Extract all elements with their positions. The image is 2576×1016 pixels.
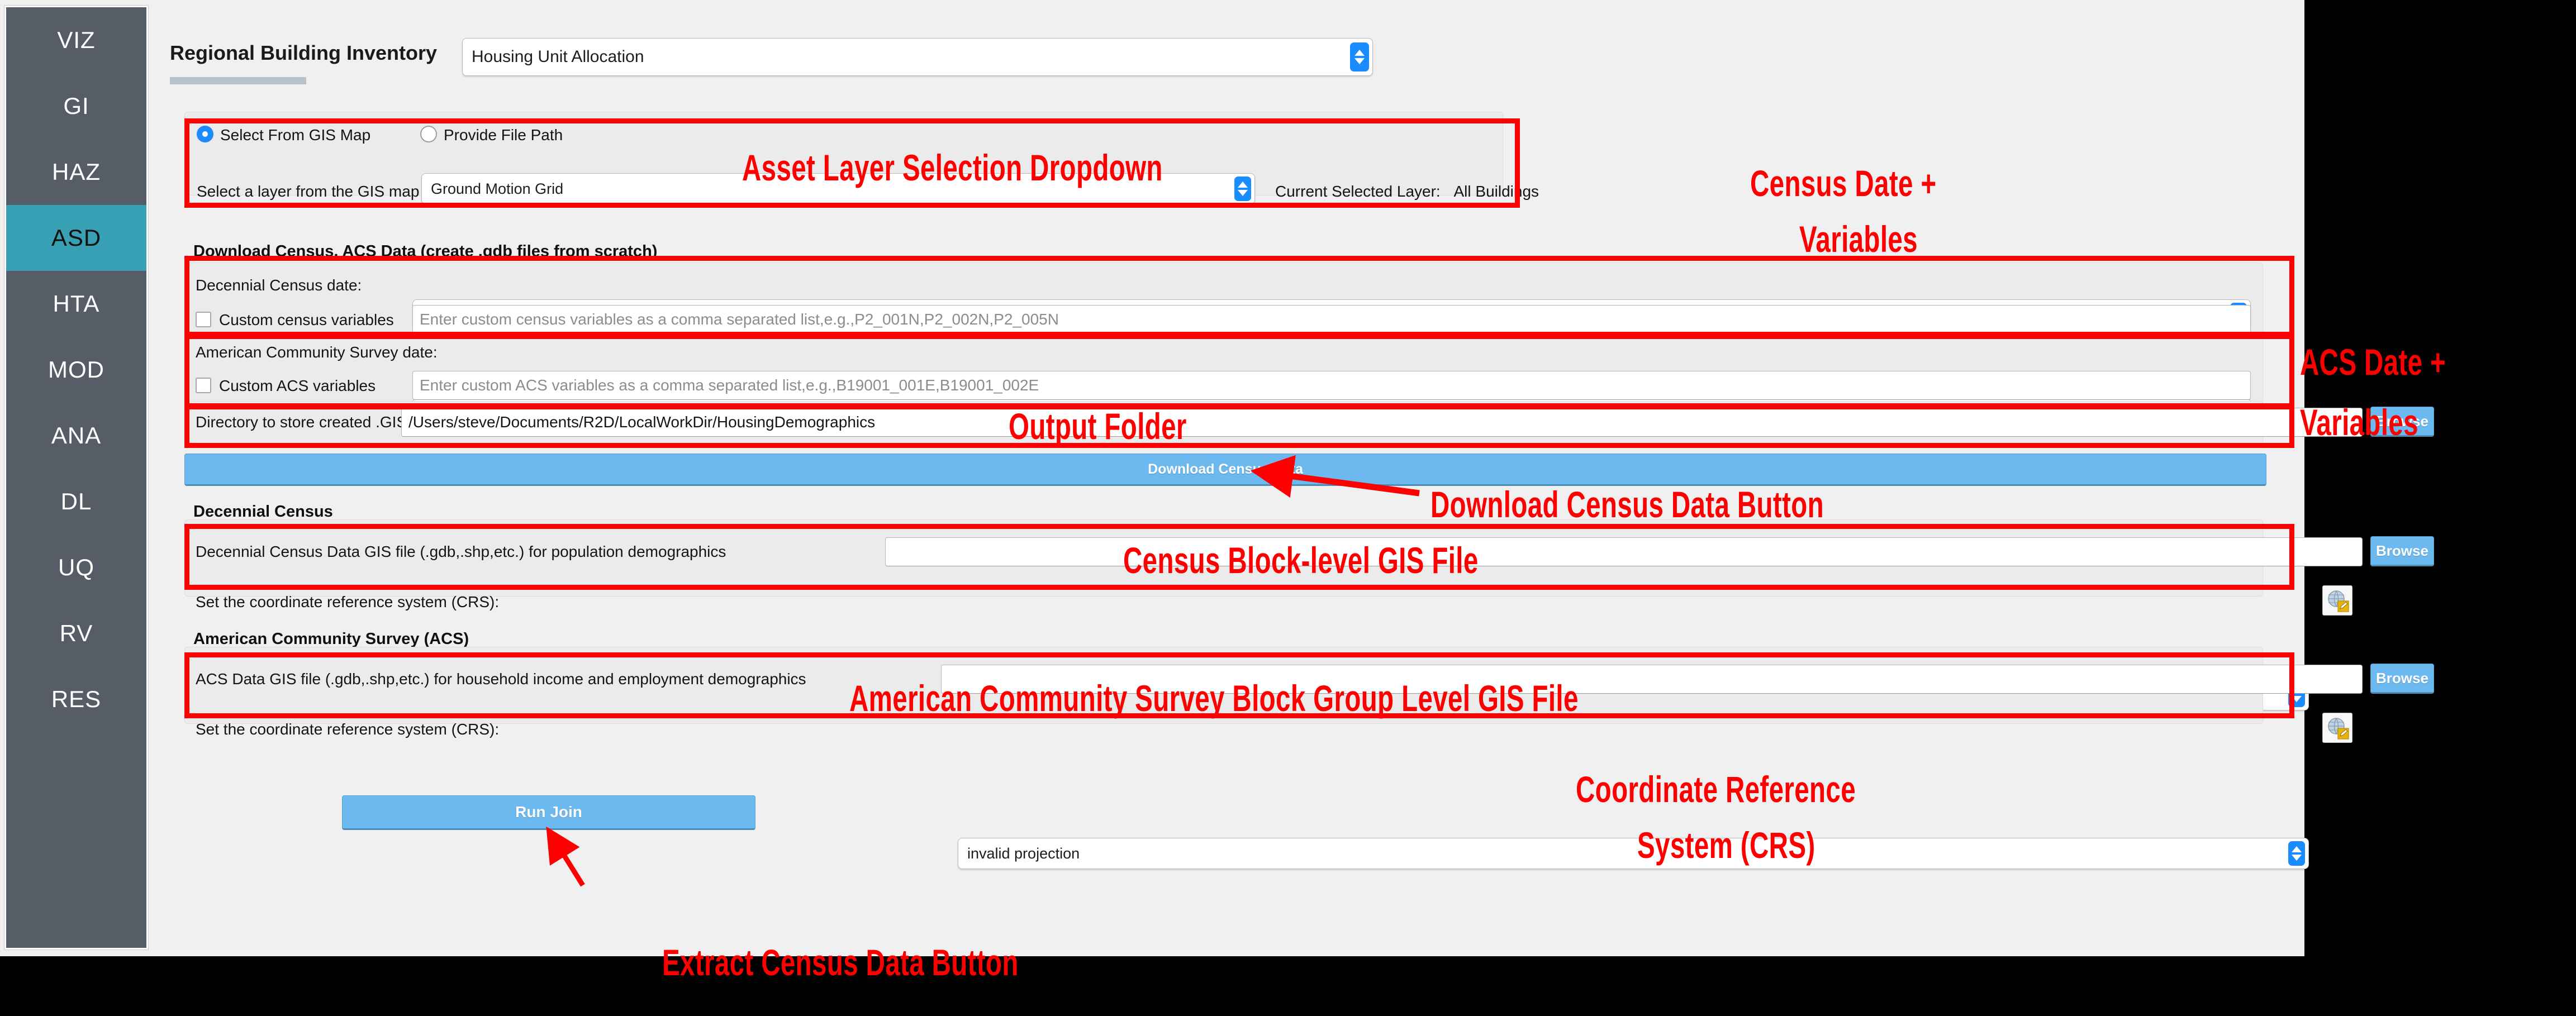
decennial-date-label: Decennial Census date:: [196, 276, 362, 294]
radio-provide-file-path-label: Provide File Path: [444, 126, 563, 144]
download-census-acs-title: Download Census, ACS Data (create .gdb f…: [190, 242, 661, 261]
chevron-updown-icon[interactable]: [2288, 841, 2305, 866]
annotation-census-date-vars-line1: Census Date +: [1750, 163, 1937, 204]
custom-acs-variables-input[interactable]: Enter custom ACS variables as a comma se…: [412, 371, 2251, 400]
application-window: VIZ GI HAZ ASD HTA MOD ANA DL UQ RV RES …: [0, 0, 2434, 956]
sidebar-item-label: HTA: [53, 290, 100, 317]
run-join-button[interactable]: Run Join: [342, 795, 755, 830]
decennial-crs-label: Set the coordinate reference system (CRS…: [196, 593, 500, 610]
annotation-census-block-gis-file: Census Block-level GIS File: [1123, 540, 1479, 581]
sidebar-item-label: ASD: [51, 225, 102, 251]
sidebar-item-hta[interactable]: HTA: [6, 271, 146, 337]
sidebar-item-label: RES: [51, 686, 102, 712]
chevron-updown-icon[interactable]: [1234, 177, 1251, 201]
custom-census-variables-input[interactable]: Enter custom census variables as a comma…: [412, 305, 2251, 334]
decennial-gis-file-browse-button[interactable]: Browse: [2370, 536, 2434, 566]
acs-gis-file-browse-button[interactable]: Browse: [2370, 664, 2434, 694]
sidebar-item-label: ANA: [51, 422, 102, 449]
radio-provide-file-path[interactable]: [420, 126, 437, 142]
sidebar-item-rv[interactable]: RV: [6, 600, 146, 666]
globe-edit-icon[interactable]: [2322, 713, 2352, 743]
module-select-value: Housing Unit Allocation: [472, 47, 644, 66]
sidebar-item-dl[interactable]: DL: [6, 469, 146, 535]
sidebar-item-ana[interactable]: ANA: [6, 403, 146, 469]
sidebar-item-label: HAZ: [52, 159, 101, 185]
decennial-census-title: Decennial Census: [190, 503, 336, 521]
gis-layer-select-value: Ground Motion Grid: [431, 180, 564, 197]
sidebar-item-label: UQ: [58, 554, 94, 580]
acs-crs-value: invalid projection: [967, 845, 1080, 862]
screenshot-root: VIZ GI HAZ ASD HTA MOD ANA DL UQ RV RES …: [0, 0, 2576, 1016]
custom-census-variables-checkbox[interactable]: [196, 312, 211, 327]
annotation-census-date-vars-line2: Variables: [1799, 218, 1918, 260]
current-selected-layer-value: All Buildings: [1453, 183, 1539, 200]
output-directory-input[interactable]: /Users/steve/Documents/R2D/LocalWorkDir/…: [401, 408, 2363, 437]
module-select-dropdown[interactable]: Housing Unit Allocation: [462, 38, 1373, 76]
sidebar-item-haz[interactable]: HAZ: [6, 139, 146, 205]
annotation-extract-census-button: Extract Census Data Button: [662, 942, 1019, 983]
radio-select-from-gis-map-label: Select From GIS Map: [220, 126, 371, 144]
chevron-updown-icon[interactable]: [1350, 42, 1369, 71]
acs-date-label: American Community Survey date:: [196, 344, 438, 361]
sidebar-item-gi[interactable]: GI: [6, 73, 146, 139]
acs-crs-label: Set the coordinate reference system (CRS…: [196, 721, 500, 738]
decennial-gis-file-label: Decennial Census Data GIS file (.gdb,.sh…: [196, 543, 726, 560]
sidebar-item-label: RV: [59, 620, 93, 646]
annotation-download-census-button: Download Census Data Button: [1430, 484, 1824, 525]
globe-edit-icon[interactable]: [2322, 585, 2352, 616]
sidebar-item-label: DL: [60, 488, 92, 514]
annotation-crs-line1: Coordinate Reference: [1576, 769, 1856, 810]
sidebar-item-asd[interactable]: ASD: [6, 205, 146, 271]
current-selected-layer-prefix: Current Selected Layer:: [1275, 183, 1441, 200]
sidebar-item-label: VIZ: [57, 27, 96, 53]
annotation-acs-date-vars-line2: Variables: [2300, 402, 2418, 443]
title-underline: [170, 77, 306, 84]
sidebar-item-viz[interactable]: VIZ: [6, 7, 146, 73]
radio-select-from-gis-map[interactable]: [197, 126, 213, 142]
main-panel: Regional Building Inventory Housing Unit…: [152, 0, 2434, 956]
custom-acs-variables-label: Custom ACS variables: [219, 377, 376, 394]
acs-title: American Community Survey (ACS): [190, 630, 473, 648]
download-census-data-button[interactable]: Download Census Data: [184, 454, 2266, 486]
acs-crs-dropdown[interactable]: invalid projection: [958, 838, 2309, 869]
custom-acs-variables-checkbox[interactable]: [196, 378, 211, 393]
sidebar: VIZ GI HAZ ASD HTA MOD ANA DL UQ RV RES: [4, 6, 148, 950]
acs-gis-file-label: ACS Data GIS file (.gdb,.shp,etc.) for h…: [196, 670, 806, 688]
annotation-acs-block-group-gis-file: American Community Survey Block Group Le…: [849, 678, 1579, 719]
annotation-crs-line2: System (CRS): [1637, 824, 1815, 866]
custom-census-variables-label: Custom census variables: [219, 311, 394, 328]
annotation-output-folder: Output Folder: [1009, 406, 1187, 447]
sidebar-item-uq[interactable]: UQ: [6, 535, 146, 600]
annotation-acs-date-vars-line1: ACS Date +: [2300, 341, 2446, 383]
decennial-gis-file-input[interactable]: [885, 537, 2363, 566]
sidebar-item-mod[interactable]: MOD: [6, 337, 146, 403]
sidebar-item-label: MOD: [48, 356, 104, 383]
annotation-asset-layer-dropdown: Asset Layer Selection Dropdown: [742, 147, 1163, 188]
sidebar-item-label: GI: [63, 93, 89, 119]
gis-layer-select-label: Select a layer from the GIS map: [197, 183, 420, 200]
current-selected-layer-label: Current Selected Layer: All Buildings: [1275, 183, 1539, 201]
sidebar-item-res[interactable]: RES: [6, 666, 146, 732]
page-title: Regional Building Inventory: [170, 41, 438, 64]
